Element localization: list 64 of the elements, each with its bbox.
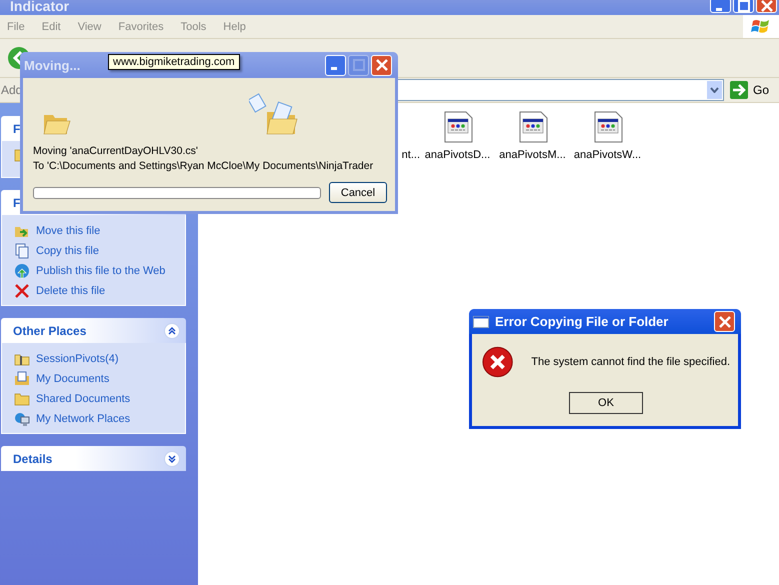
file-icon[interactable] bbox=[592, 111, 622, 143]
ok-button[interactable]: OK bbox=[569, 392, 643, 414]
file-name[interactable]: nt... bbox=[402, 149, 420, 161]
task-link[interactable]: Delete this file bbox=[36, 285, 106, 297]
window-title: Indicator bbox=[10, 0, 70, 14]
task-link[interactable]: Publish this file to the Web bbox=[36, 265, 166, 277]
globe-icon bbox=[14, 263, 30, 279]
close-button[interactable] bbox=[714, 311, 735, 332]
close-button[interactable] bbox=[756, 0, 777, 13]
dialog-title: Error Copying File or Folder bbox=[495, 314, 668, 329]
minimize-button[interactable] bbox=[325, 54, 346, 76]
task-link[interactable]: SessionPivots(4) bbox=[36, 353, 119, 365]
error-icon bbox=[482, 346, 514, 378]
folder-icon bbox=[14, 371, 30, 387]
minimize-button[interactable] bbox=[710, 0, 731, 13]
task-link[interactable]: Move this file bbox=[36, 225, 100, 237]
maximize-icon bbox=[738, 0, 750, 12]
minimize-icon bbox=[330, 67, 336, 70]
close-button[interactable] bbox=[371, 54, 392, 76]
panel-header[interactable]: Details bbox=[1, 446, 186, 471]
paper-folder-icon bbox=[249, 92, 299, 136]
dropdown-button[interactable] bbox=[706, 81, 722, 99]
minimize-icon bbox=[716, 8, 722, 10]
task-link[interactable]: My Documents bbox=[36, 373, 110, 385]
menu-item[interactable]: Help bbox=[223, 20, 246, 32]
window-icon bbox=[473, 316, 489, 328]
arrow-icon bbox=[730, 81, 748, 99]
file-name[interactable]: anaPivotsM... bbox=[499, 149, 566, 161]
go-button[interactable]: Go bbox=[728, 81, 779, 99]
network-icon bbox=[14, 411, 30, 427]
task-link[interactable]: My Network Places bbox=[36, 413, 130, 425]
error-message: The system cannot find the file specified. bbox=[531, 356, 730, 368]
document-icon bbox=[14, 243, 30, 259]
task-link[interactable]: Shared Documents bbox=[36, 393, 130, 405]
file-icon[interactable] bbox=[442, 111, 472, 143]
file-icon[interactable] bbox=[518, 111, 548, 143]
menu-item[interactable]: Favorites bbox=[118, 20, 164, 32]
task-link[interactable]: Copy this file bbox=[36, 245, 99, 257]
file-name[interactable]: anaPivotsW... bbox=[574, 149, 642, 161]
menu-item[interactable]: Tools bbox=[180, 20, 206, 32]
panel-title: Details bbox=[13, 452, 52, 466]
folder-icon bbox=[14, 391, 30, 407]
file-name[interactable]: anaPivotsD... bbox=[424, 149, 490, 161]
panel-title: F bbox=[13, 196, 20, 210]
moving-file-text: Moving 'anaCurrentDayOHLV30.cs' bbox=[33, 145, 198, 157]
close-icon bbox=[760, 0, 772, 12]
dialog-title: Moving... bbox=[24, 58, 80, 72]
menu-item[interactable]: Edit bbox=[42, 20, 61, 32]
folder-icon bbox=[43, 112, 71, 136]
destination-path-text: To 'C:\Documents and Settings\Ryan McCloe\My Documents\NinjaTrader bbox=[33, 160, 374, 172]
menu-item[interactable]: View bbox=[78, 20, 102, 32]
panel-title: F bbox=[13, 122, 20, 136]
close-icon bbox=[376, 59, 388, 71]
maximize-icon bbox=[352, 59, 364, 71]
panel-header[interactable]: Other Places bbox=[1, 318, 186, 343]
x-icon bbox=[14, 283, 30, 299]
collapse-icon[interactable] bbox=[164, 322, 180, 338]
caret-icon bbox=[710, 87, 719, 93]
expand-icon[interactable] bbox=[164, 450, 180, 466]
menu-item[interactable]: File bbox=[7, 20, 25, 32]
tooltip: www.bigmiketrading.com bbox=[108, 54, 240, 70]
panel-title: Other Places bbox=[13, 324, 86, 338]
close-icon bbox=[718, 316, 730, 328]
cancel-button[interactable]: Cancel bbox=[329, 182, 387, 203]
